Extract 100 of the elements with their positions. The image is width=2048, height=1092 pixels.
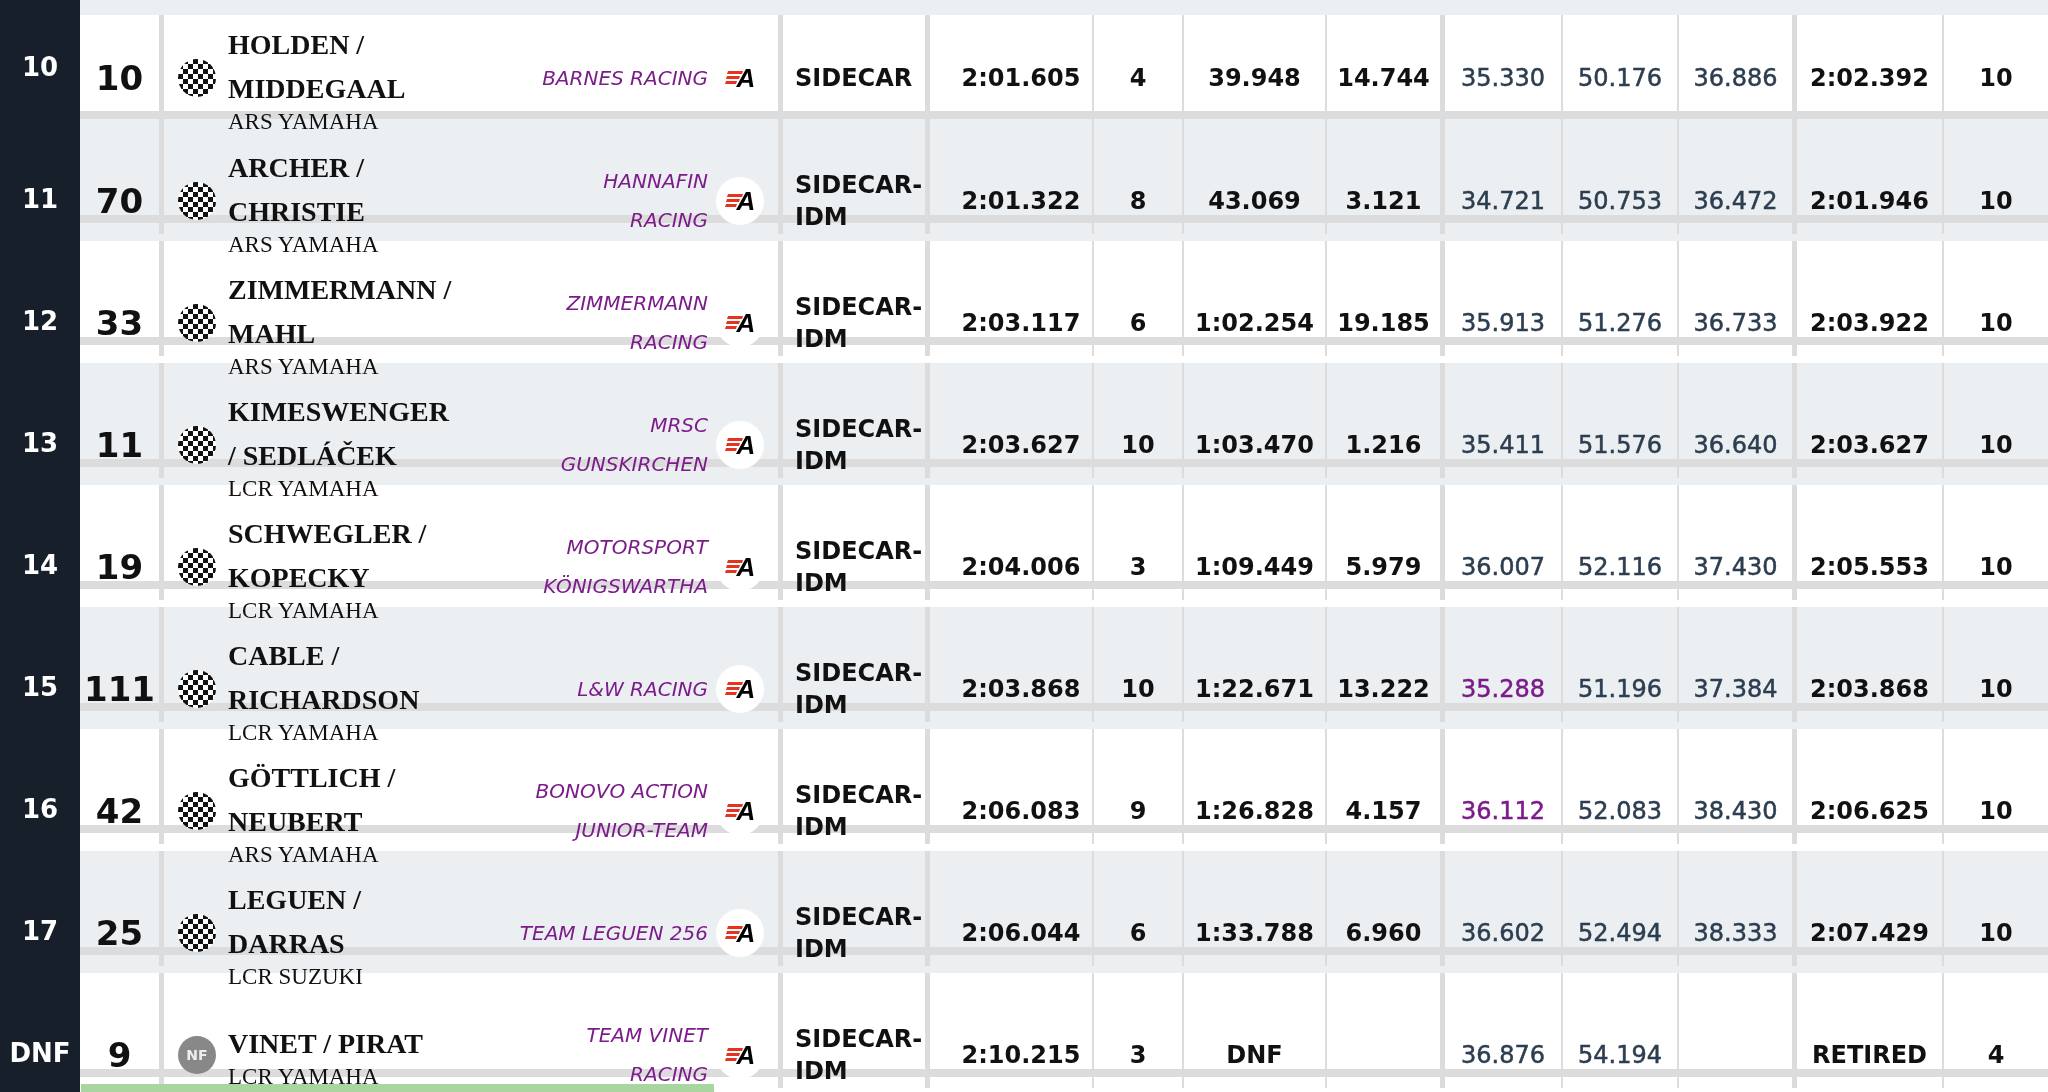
- race-number: 25: [80, 851, 164, 966]
- sector-time: 36.733: [1679, 241, 1797, 356]
- bike-label: LCR YAMAHA: [228, 1066, 380, 1088]
- best-lap-cell: 2:03.868: [950, 607, 1094, 722]
- rider-names: VINET / PIRAT: [228, 1027, 424, 1061]
- best-lap-cell: 2:06.044: [950, 851, 1094, 966]
- race-number: 11: [80, 363, 164, 478]
- rider-names: CABLE / RICHARDSON: [228, 639, 421, 717]
- sector-time: 38.333: [1679, 851, 1797, 966]
- team-logo: A: [716, 909, 764, 957]
- checkered-flag-icon: [178, 182, 216, 220]
- position-cell: 12: [0, 241, 80, 363]
- gap-cell: 39.948: [1184, 15, 1327, 111]
- last-lap-cell: 2:03.627: [1797, 363, 1944, 478]
- lap-cell: 10: [1094, 363, 1184, 478]
- race-number: 10: [80, 15, 164, 111]
- team-name: BARNES RACING: [542, 64, 708, 92]
- sector-time: 52.494: [1563, 851, 1679, 966]
- laps-cell-text: 10: [1978, 430, 2014, 461]
- sector-time: 36.602: [1445, 851, 1563, 966]
- bike-label: LCR YAMAHA: [228, 478, 380, 500]
- laps-cell-text: 10: [1978, 552, 2014, 583]
- bike-label: ARS YAMAHA: [228, 844, 380, 866]
- last-lap-cell: 2:07.429: [1797, 851, 1944, 966]
- diff-cell: 5.979: [1327, 485, 1445, 600]
- race-number: 19: [80, 485, 164, 600]
- class-cell: SIDECAR-IDM: [783, 607, 930, 722]
- rider-names: LEGUEN / DARRAS: [228, 883, 363, 961]
- class-cell: SIDECAR-IDM: [783, 119, 930, 234]
- team-logo: A: [716, 177, 764, 225]
- bike-label: ARS YAMAHA: [228, 234, 380, 256]
- laps-cell-text: 10: [1978, 918, 2014, 949]
- class-cell: SIDECAR-IDM: [783, 363, 930, 478]
- gap-cell: 1:09.449: [1184, 485, 1327, 600]
- gap-cell: 1:33.788: [1184, 851, 1327, 966]
- sector-time: 51.576: [1563, 363, 1679, 478]
- team-logo: A: [716, 665, 764, 713]
- laps-cell-text: 10: [1978, 63, 2014, 94]
- sector-time: 36.472: [1679, 119, 1797, 234]
- bike-label: LCR YAMAHA: [228, 600, 380, 622]
- lap-cell: 4: [1094, 15, 1184, 111]
- race-number: 111: [80, 607, 164, 722]
- laps-cell-text: 10: [1978, 674, 2014, 705]
- team-name: TEAM LEGUEN 256: [519, 919, 708, 947]
- position-cell: DNF: [0, 973, 80, 1092]
- lap-cell: 3: [1094, 973, 1184, 1088]
- gap-cell: 1:26.828: [1184, 729, 1327, 844]
- sector-time: 35.913: [1445, 241, 1563, 356]
- position-cell: 15: [0, 607, 80, 729]
- position-cell: 10: [0, 15, 80, 119]
- sector-time: 35.330: [1445, 15, 1563, 111]
- diff-cell: 13.222: [1327, 607, 1445, 722]
- class-cell: SIDECAR-IDM: [783, 729, 930, 844]
- sector-time: 35.411: [1445, 363, 1563, 478]
- rider-names: ARCHER / CHRISTIE: [228, 151, 366, 229]
- gap-cell: DNF: [1184, 973, 1327, 1088]
- class-cell: SIDECAR-IDM: [783, 485, 930, 600]
- rider-names: GÖTTLICH / NEUBERT: [228, 761, 397, 839]
- sector-time: 37.430: [1679, 485, 1797, 600]
- sector-time: 36.007: [1445, 485, 1563, 600]
- status-badge: NF: [178, 1036, 216, 1074]
- sector-time: 50.176: [1563, 15, 1679, 111]
- lap-cell: 3: [1094, 485, 1184, 600]
- bike-label: ARS YAMAHA: [228, 356, 380, 378]
- race-number: 33: [80, 241, 164, 356]
- class-cell: SIDECAR: [783, 15, 930, 111]
- lap-cell: 6: [1094, 851, 1184, 966]
- best-lap-cell: 2:04.006: [950, 485, 1094, 600]
- best-lap-cell: 2:10.215: [950, 973, 1094, 1088]
- sector-time: 34.721: [1445, 119, 1563, 234]
- team-name: BONOVO ACTION JUNIOR-TEAM: [535, 778, 708, 844]
- sector-time: 36.112: [1445, 729, 1563, 844]
- sector-time: 51.276: [1563, 241, 1679, 356]
- team-name: HANNAFIN RACING: [603, 168, 708, 234]
- lap-cell: 6: [1094, 241, 1184, 356]
- last-lap-cell: 2:03.868: [1797, 607, 1944, 722]
- bike-label: LCR SUZUKI: [228, 966, 364, 988]
- gap-cell: 1:22.671: [1184, 607, 1327, 722]
- team-logo: A: [716, 421, 764, 469]
- checkered-flag-icon: [178, 670, 216, 708]
- laps-cell-text: 4: [1986, 1040, 2006, 1071]
- team-name: ZIMMERMANN RACING: [566, 290, 708, 356]
- sector-time: 36.876: [1445, 973, 1563, 1088]
- laps-cell-text: 10: [1978, 796, 2014, 827]
- position-cell: 14: [0, 485, 80, 607]
- team-name: MRSC GUNSKIRCHEN: [560, 412, 708, 478]
- best-lap-cell: 2:01.605: [950, 15, 1094, 111]
- sector-time: 51.196: [1563, 607, 1679, 722]
- last-lap-cell: RETIRED: [1797, 973, 1944, 1088]
- team-name: TEAM VINET RACING: [586, 1022, 708, 1088]
- lap-cell: 8: [1094, 119, 1184, 234]
- sector-time: 35.288: [1445, 607, 1563, 722]
- last-lap-cell: 2:02.392: [1797, 15, 1944, 111]
- diff-cell: 3.121: [1327, 119, 1445, 234]
- position-cell: 13: [0, 363, 80, 485]
- best-lap-cell: 2:01.322: [950, 119, 1094, 234]
- race-number: 70: [80, 119, 164, 234]
- sector-time: 36.886: [1679, 15, 1797, 111]
- best-lap-cell: 2:03.627: [950, 363, 1094, 478]
- class-cell: SIDECAR-IDM: [783, 973, 930, 1088]
